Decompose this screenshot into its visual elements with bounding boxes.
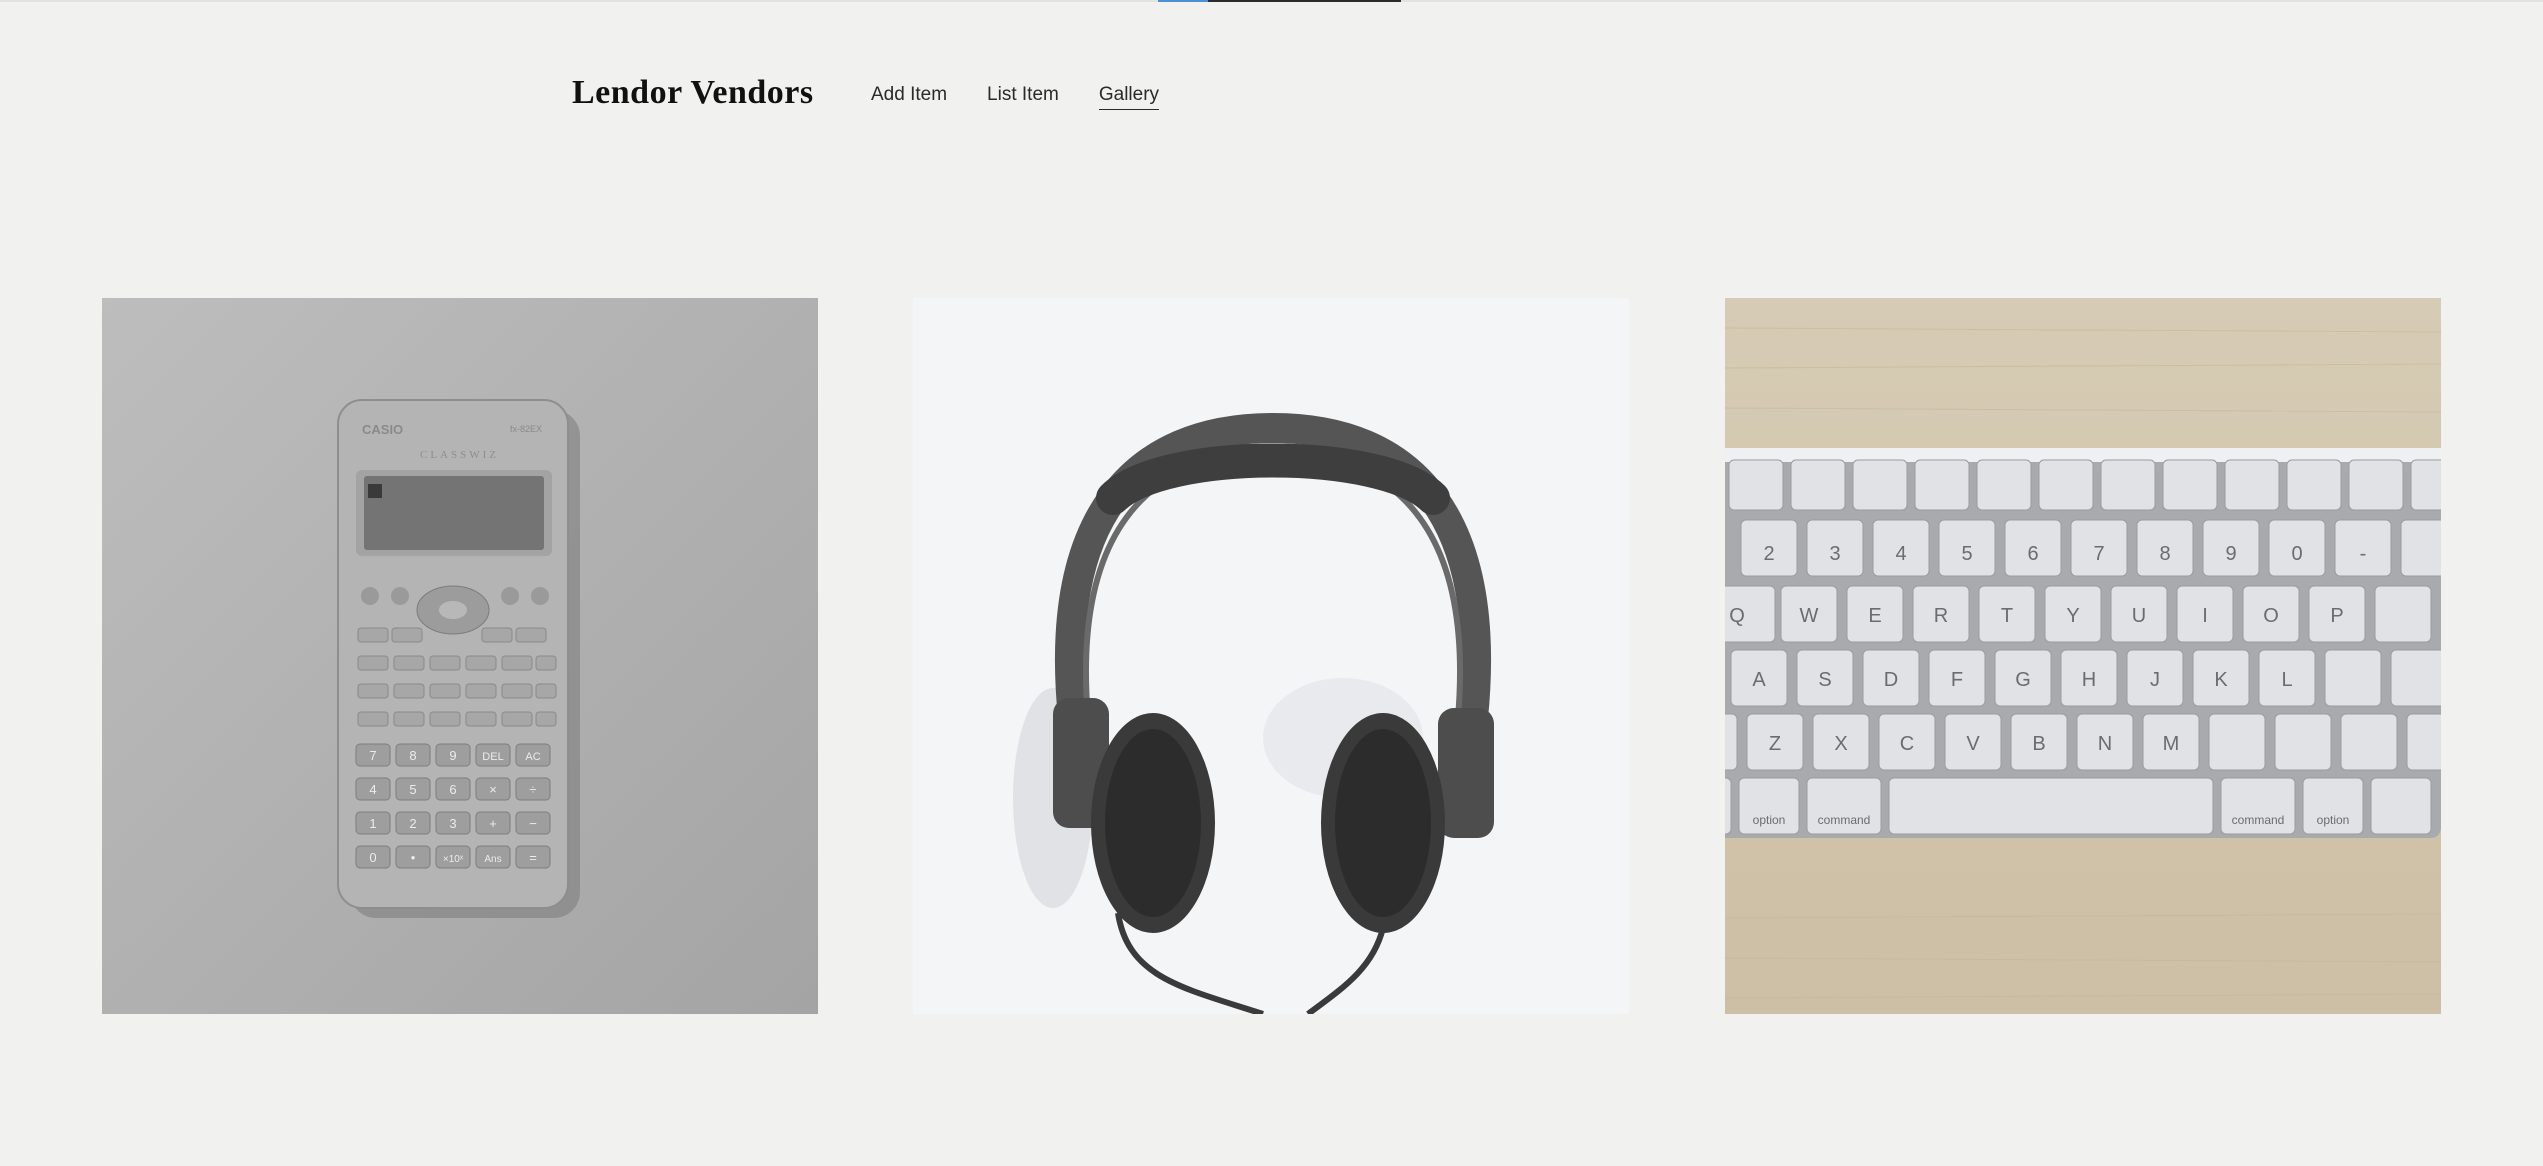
svg-text:2: 2 xyxy=(1763,543,1774,565)
gallery-image-calculator[interactable]: CASIO fx-82EX CLASSWIZ 7 8 9 DEL AC 4 5 6 … xyxy=(102,298,818,1014)
svg-text:•: • xyxy=(411,850,416,865)
calc-brand-text: CASIO xyxy=(362,422,403,437)
svg-text:H: H xyxy=(2082,669,2096,691)
svg-text:N: N xyxy=(2098,733,2112,755)
svg-text:+: + xyxy=(489,816,497,831)
loading-progress xyxy=(1158,0,1208,2)
svg-text:D: D xyxy=(1884,669,1898,691)
svg-text:4: 4 xyxy=(1895,543,1906,565)
nav-gallery[interactable]: Gallery xyxy=(1098,84,1160,110)
svg-text:0: 0 xyxy=(369,850,376,865)
svg-text:P: P xyxy=(2330,605,2343,627)
svg-text:I: I xyxy=(2202,605,2208,627)
key-command-right: command xyxy=(2232,813,2285,827)
svg-text:2: 2 xyxy=(409,816,416,831)
calc-series-text: CLASSWIZ xyxy=(420,449,499,461)
svg-text:C: C xyxy=(1900,733,1914,755)
site-title[interactable]: Lendor Vendors xyxy=(572,74,814,112)
svg-text:Y: Y xyxy=(2066,605,2079,627)
svg-text:7: 7 xyxy=(2093,543,2104,565)
svg-text:M: M xyxy=(2163,733,2180,755)
svg-text:E: E xyxy=(1868,605,1881,627)
svg-text:3: 3 xyxy=(1829,543,1840,565)
svg-text:−: − xyxy=(529,816,537,831)
svg-text:5: 5 xyxy=(409,782,416,797)
calc-model-text: fx-82EX xyxy=(510,424,542,434)
keyboard-photo: 234567890- QWERTYUIOP ASDFGHJKL ZXCVBNM … xyxy=(1725,298,2441,1014)
svg-text:8: 8 xyxy=(2159,543,2170,565)
calc-key-exp: ×10ˣ xyxy=(443,854,464,865)
svg-text:1: 1 xyxy=(369,816,376,831)
key-option-left: option xyxy=(1753,813,1786,827)
calc-key-ans: Ans xyxy=(484,854,501,865)
svg-text:Q: Q xyxy=(1729,605,1745,627)
svg-text:4: 4 xyxy=(369,782,376,797)
svg-text:÷: ÷ xyxy=(529,782,536,797)
svg-text:=: = xyxy=(529,850,537,865)
nav-list-item[interactable]: List Item xyxy=(987,84,1059,110)
calc-key-del: DEL xyxy=(482,751,503,763)
gallery-image-headphones[interactable] xyxy=(913,298,1629,1014)
key-command-left: command xyxy=(1818,813,1871,827)
svg-text:J: J xyxy=(2150,669,2160,691)
calculator-photo: CASIO fx-82EX CLASSWIZ 7 8 9 DEL AC 4 5 6 … xyxy=(102,298,818,1014)
svg-text:F: F xyxy=(1951,669,1963,691)
svg-text:Z: Z xyxy=(1769,733,1781,755)
svg-text:8: 8 xyxy=(409,748,416,763)
key-option-right: option xyxy=(2317,813,2350,827)
svg-text:-: - xyxy=(2360,543,2367,565)
svg-text:U: U xyxy=(2132,605,2146,627)
svg-text:W: W xyxy=(1800,605,1819,627)
svg-text:0: 0 xyxy=(2291,543,2302,565)
calc-key-ac: AC xyxy=(525,751,540,763)
svg-text:A: A xyxy=(1752,669,1766,691)
main-nav: Add Item List Item Gallery xyxy=(871,84,1160,110)
svg-text:6: 6 xyxy=(449,782,456,797)
nav-add-item[interactable]: Add Item xyxy=(871,84,947,110)
svg-text:9: 9 xyxy=(2225,543,2236,565)
svg-text:K: K xyxy=(2214,669,2228,691)
gallery-image-keyboard[interactable]: 234567890- QWERTYUIOP ASDFGHJKL ZXCVBNM … xyxy=(1725,298,2441,1014)
headphones-photo xyxy=(913,298,1629,1014)
svg-text:O: O xyxy=(2263,605,2279,627)
svg-text:T: T xyxy=(2001,605,2013,627)
svg-text:3: 3 xyxy=(449,816,456,831)
svg-text:6: 6 xyxy=(2027,543,2038,565)
svg-text:×: × xyxy=(489,782,497,797)
svg-text:B: B xyxy=(2032,733,2045,755)
svg-text:7: 7 xyxy=(369,748,376,763)
svg-text:S: S xyxy=(1818,669,1831,691)
svg-text:X: X xyxy=(1834,733,1847,755)
page-loading-bar xyxy=(1158,0,1401,2)
svg-text:9: 9 xyxy=(449,748,456,763)
svg-text:L: L xyxy=(2281,669,2292,691)
svg-text:5: 5 xyxy=(1961,543,1972,565)
svg-text:G: G xyxy=(2015,669,2031,691)
svg-text:V: V xyxy=(1966,733,1980,755)
svg-text:R: R xyxy=(1934,605,1948,627)
